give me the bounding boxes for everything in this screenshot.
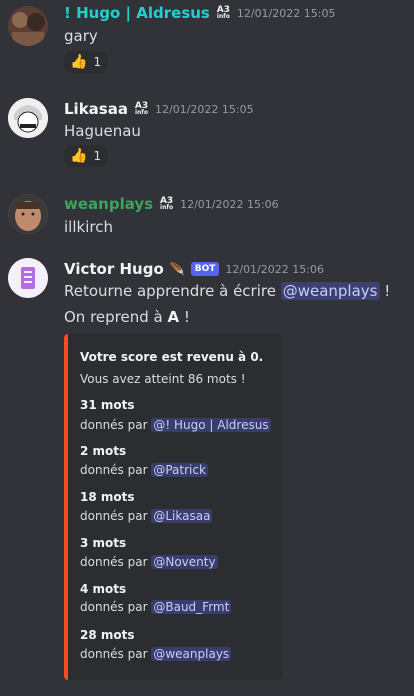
line1-suffix: ! (379, 282, 391, 300)
tag-badge: A3 info (216, 5, 230, 20)
mention-user[interactable]: @Likasaa (151, 509, 213, 523)
line2-prefix: On reprend à (64, 308, 168, 326)
avatar[interactable] (8, 6, 48, 46)
message-text-line-1: Retourne apprendre à écrire @weanplays ! (64, 282, 390, 300)
entry-count: 3 mots (80, 536, 127, 550)
message-hugo-aldresus: ! Hugo | Aldresus A3 info 12/01/2022 15:0… (0, 0, 414, 80)
message-text: illkirch (64, 218, 113, 236)
entry-count: 28 mots (80, 628, 135, 642)
timestamp: 12/01/2022 15:05 (236, 6, 336, 20)
message-weanplays: weanplays A3 info 12/01/2022 15:06 illkir… (0, 190, 414, 240)
entry-given-by: donnés par @Noventy (80, 555, 218, 569)
mention-user[interactable]: @Noventy (151, 555, 218, 569)
entry-given-by: donnés par @! Hugo | Aldresus (80, 418, 271, 432)
username[interactable]: weanplays (64, 195, 153, 213)
message-likasaa: Likasaa A3 info 12/01/2022 15:05 Haguenau… (0, 94, 414, 174)
entry-count: 4 mots (80, 582, 127, 596)
entry-count: 31 mots (80, 398, 135, 412)
feather-icon: 🪶 (169, 262, 185, 276)
reaction-thumbs-up[interactable]: 👍 1 (64, 145, 108, 167)
avatar[interactable] (8, 258, 48, 298)
avatar[interactable] (8, 194, 48, 234)
mention-weanplays[interactable]: @weanplays (280, 282, 380, 300)
entry-count: 18 mots (80, 490, 135, 504)
line1-prefix: Retourne apprendre à écrire (64, 282, 281, 300)
line2-suffix: ! (179, 308, 190, 326)
mention-user[interactable]: @weanplays (151, 647, 232, 661)
letter-highlight: A (167, 308, 180, 326)
message-text-line-2: On reprend à A ! (64, 308, 190, 326)
entry-given-by: donnés par @Baud_Frmt (80, 600, 232, 614)
bot-badge: BOT (190, 262, 220, 276)
avatar-hugo-icon (8, 6, 48, 46)
timestamp: 12/01/2022 15:06 (225, 262, 324, 276)
embed-title: Votre score est revenu à 0. (80, 350, 264, 364)
message-text: gary (64, 27, 98, 45)
entry-given-by: donnés par @weanplays (80, 647, 232, 661)
score-embed: Votre score est revenu à 0. Vous avez at… (64, 334, 282, 680)
avatar-likasaa-icon (8, 98, 48, 138)
reaction-count: 1 (93, 149, 102, 163)
avatar-weanplays-icon (8, 194, 48, 234)
avatar-victor-hugo-icon (8, 258, 48, 298)
timestamp: 12/01/2022 15:06 (180, 197, 279, 211)
username[interactable]: Likasaa (64, 100, 128, 118)
thumbs-up-icon: 👍 (70, 54, 88, 70)
username[interactable]: Victor Hugo (64, 260, 164, 278)
message-text: Haguenau (64, 122, 141, 140)
mention-user[interactable]: @Patrick (151, 463, 208, 477)
timestamp: 12/01/2022 15:05 (154, 102, 254, 116)
mention-user[interactable]: @! Hugo | Aldresus (151, 418, 271, 432)
entry-count: 2 mots (80, 444, 127, 458)
thumbs-up-icon: 👍 (70, 148, 88, 164)
reaction-count: 1 (93, 55, 102, 69)
avatar[interactable] (8, 98, 48, 138)
reaction-thumbs-up[interactable]: 👍 1 (64, 51, 108, 73)
tag-badge: A3 info (134, 101, 149, 116)
entry-given-by: donnés par @Likasaa (80, 509, 213, 523)
username[interactable]: ! Hugo | Aldresus (64, 4, 210, 22)
entry-given-by: donnés par @Patrick (80, 463, 208, 477)
tag-badge: A3 info (159, 196, 174, 211)
embed-subtitle: Vous avez atteint 86 mots ! (80, 372, 246, 386)
mention-user[interactable]: @Baud_Frmt (151, 600, 232, 614)
